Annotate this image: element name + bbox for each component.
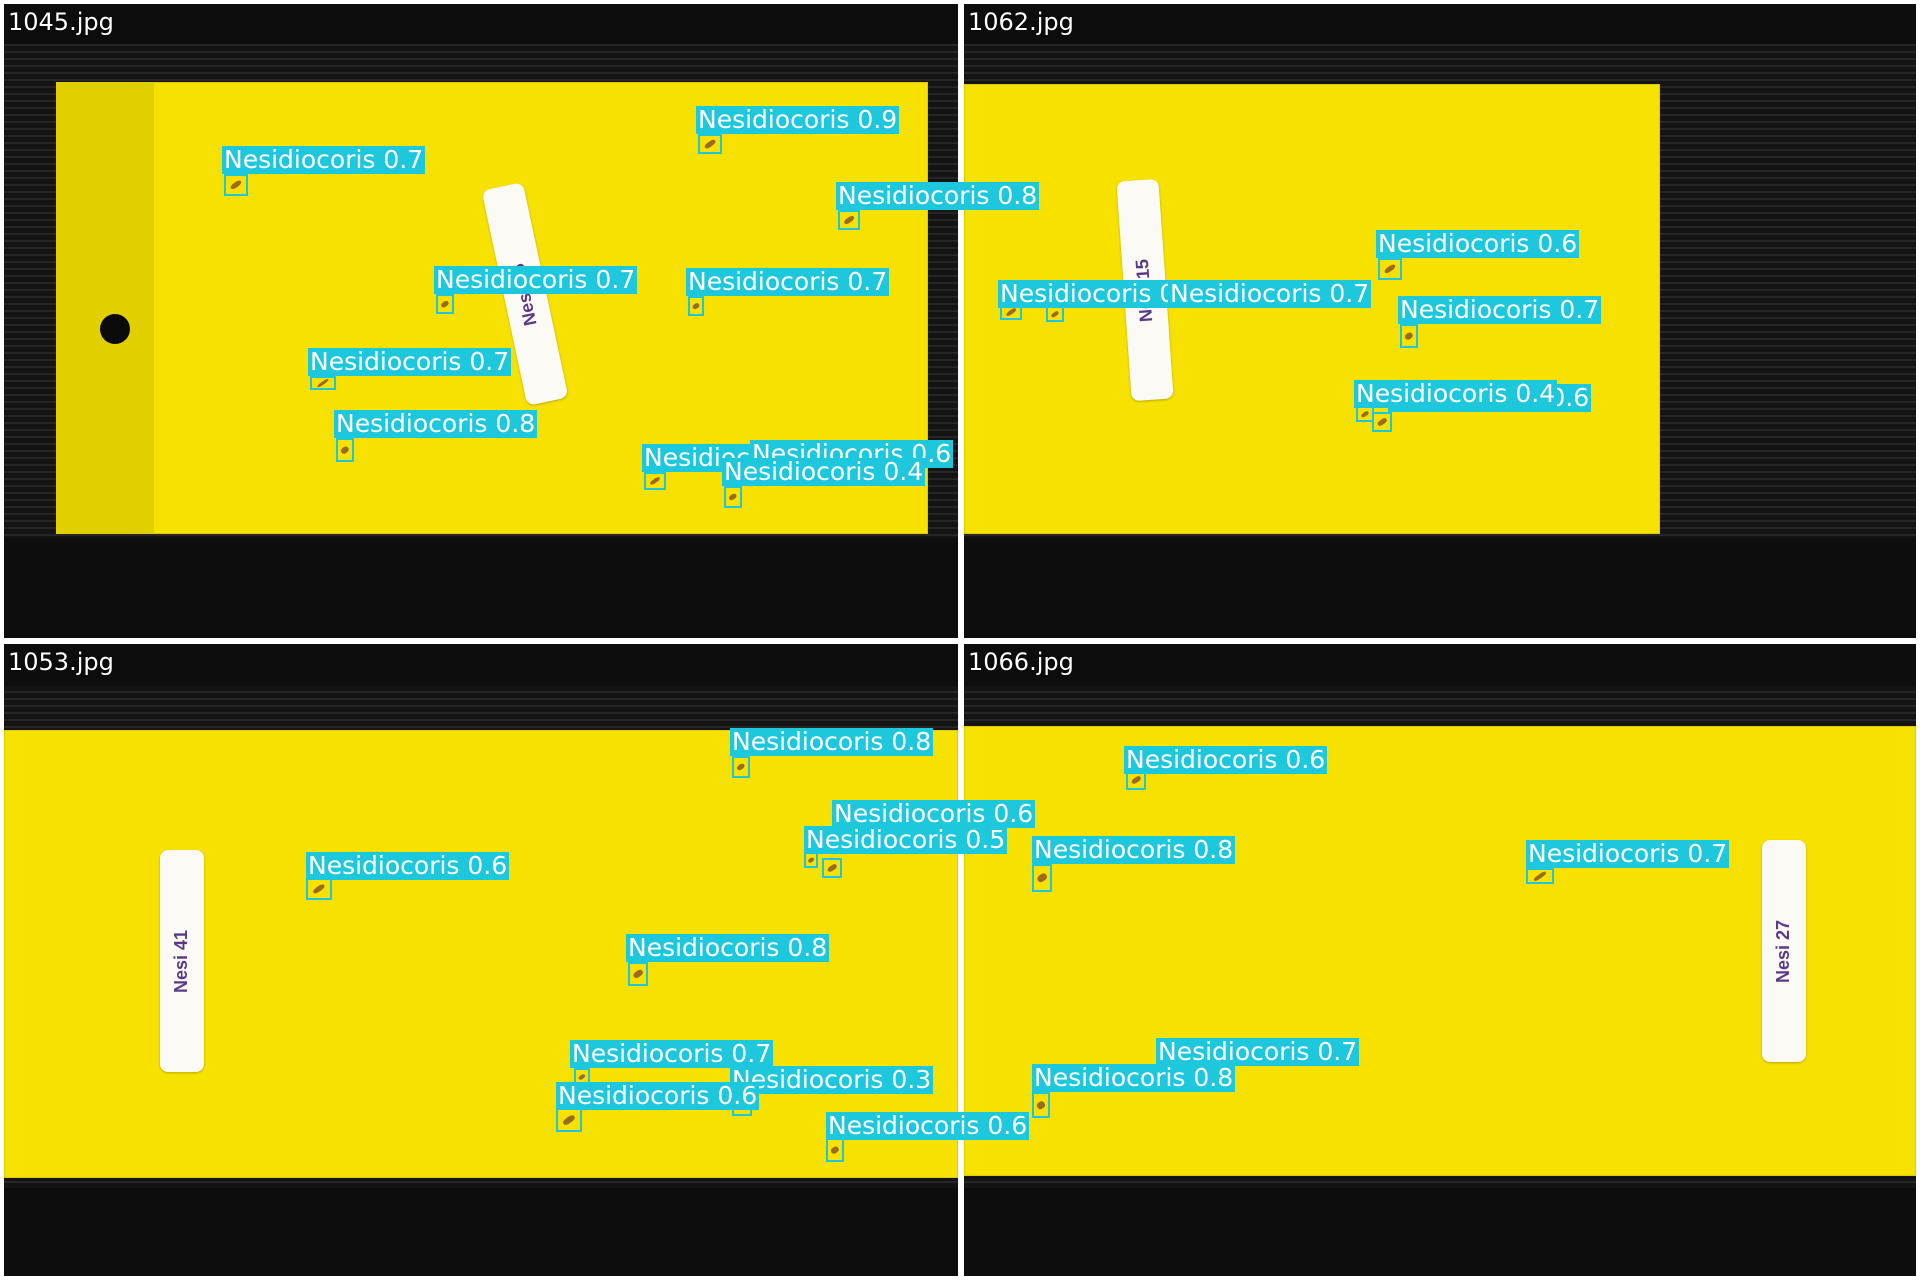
detection-box (1372, 412, 1392, 432)
insect (728, 492, 738, 502)
detection-label: Nesidiocoris 0.6 (826, 1111, 1030, 1140)
detection-label: Nesidiocoris 0.7 (222, 145, 426, 174)
insect (1533, 870, 1547, 882)
detection-label: Nesidiocoris 0.8 (626, 933, 830, 962)
insect (691, 301, 701, 311)
detection-box (826, 1138, 844, 1162)
detection-box (1378, 258, 1402, 280)
detection-box (804, 852, 818, 868)
insect (229, 179, 243, 191)
insect (312, 883, 326, 895)
detection-box (698, 134, 722, 154)
detection-label: Nesidiocoris 0.4 (722, 457, 926, 486)
detection-label: Nesidiocoris 0.3 (730, 1065, 934, 1094)
insect (1383, 263, 1397, 275)
detection-label: Nesidiocoris 0.6 (306, 851, 510, 880)
insect (561, 1113, 577, 1127)
detection-label: Nesidiocoris 0.8 (730, 727, 934, 756)
detection-label: Nesidiocoris 0.6 (832, 799, 1036, 828)
detection-box (644, 472, 666, 490)
detection-box (336, 438, 354, 462)
insect (829, 1145, 841, 1155)
detection-box (838, 210, 860, 230)
detection-box (822, 858, 842, 878)
insect (316, 377, 330, 389)
insect (807, 856, 815, 864)
insect (843, 214, 855, 226)
insect (1403, 331, 1415, 341)
detection-label: Nesidiocoris 0.9 (696, 105, 900, 134)
detection-box (436, 294, 454, 314)
detection-box (1526, 868, 1554, 884)
insect (1035, 1099, 1047, 1111)
detection-box (732, 756, 750, 778)
detection-label: Nesidiocoris 0.7 (570, 1039, 774, 1068)
detection-box (688, 296, 704, 316)
detection-label: Nesidiocoris 0.7 (686, 267, 890, 296)
insect (1130, 775, 1142, 785)
insect (1050, 310, 1060, 318)
detection-box (1032, 1092, 1050, 1118)
detection-label: Nesidiocoris 0.8 (1032, 1063, 1236, 1092)
detection-label: Nesidiocoris 0.8 (836, 181, 1040, 210)
detection-box (224, 174, 248, 196)
detection-label: Nesidiocoris 0.7 (1168, 279, 1372, 308)
detection-label: Nesidiocoris 0.6 (556, 1081, 760, 1110)
detection-box (556, 1108, 582, 1132)
detection-label: Nesidiocoris 0.7 (434, 265, 638, 294)
detection-label: Nesidiocoris 0.8 (334, 409, 538, 438)
detection-box (310, 376, 336, 390)
detection-box (306, 878, 332, 900)
detection-label: Nesidiocoris 0.5 (804, 825, 1008, 854)
insect (649, 476, 661, 486)
insect (1360, 410, 1370, 418)
insect (1005, 307, 1017, 317)
detection-label: Nesidiocoris 0.7 (1398, 295, 1602, 324)
insect (1376, 417, 1388, 427)
detection-box (1046, 306, 1064, 322)
detection-label: Nesidiocoris 0.7 (308, 347, 512, 376)
detection-label: Nesidiocoris 0.7 (1156, 1037, 1360, 1066)
insect (577, 1073, 587, 1081)
insect (632, 968, 644, 980)
detection-label: Nesidiocoris 0.8 (1032, 835, 1236, 864)
detection-label: Nesidiocoris 0.6 (1124, 745, 1328, 774)
insect (736, 762, 746, 772)
detection-label: Nesidiocoris 0.7 (1526, 839, 1730, 868)
detection-box (724, 486, 742, 508)
detection-box (1032, 864, 1052, 892)
insect (826, 863, 838, 873)
insect (339, 445, 351, 455)
insect (1036, 872, 1048, 884)
detection-label: Nesidiocoris 0.6 (1376, 229, 1580, 258)
insect (440, 299, 450, 309)
detections-layer: Nesidiocoris 0.7 Nesidiocoris 0.9 Nesidi… (0, 0, 1920, 1280)
detection-label: Nesidiocoris 0.4 (1354, 379, 1558, 408)
insect (703, 138, 717, 150)
detection-box (628, 962, 648, 986)
detection-box (1400, 324, 1418, 348)
